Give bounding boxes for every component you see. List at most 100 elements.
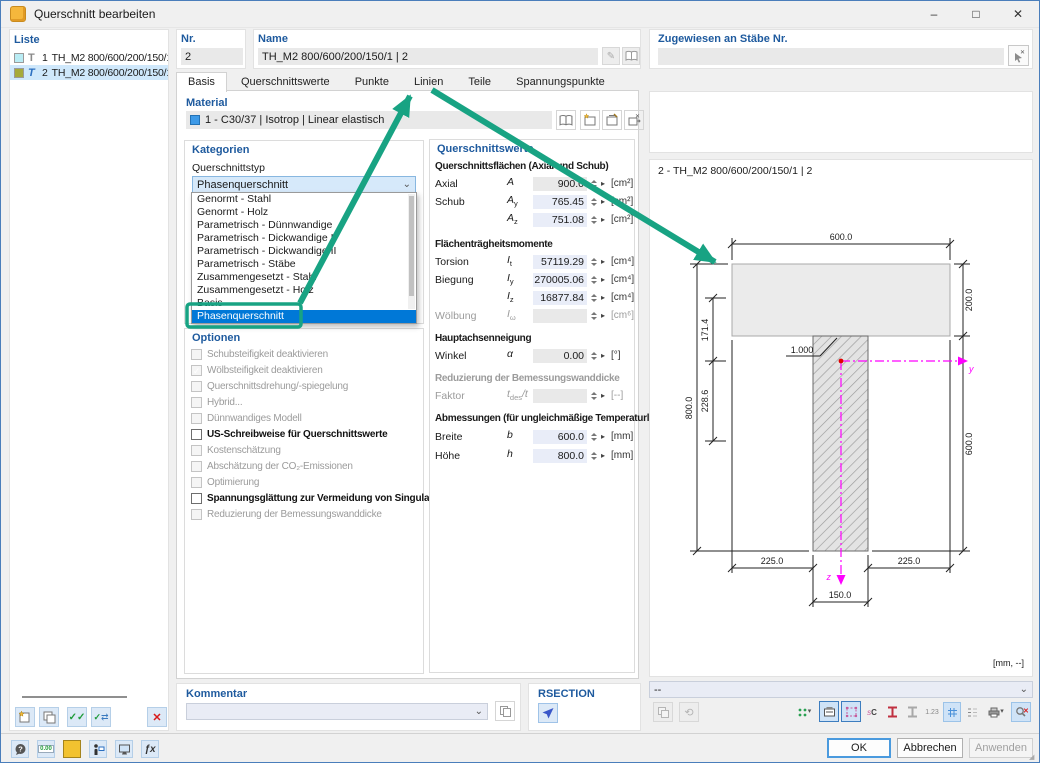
display-settings-button[interactable] xyxy=(115,740,133,758)
value-field[interactable]: 765.45 xyxy=(533,195,587,209)
dropdown-scrollbar[interactable] xyxy=(408,194,415,309)
zoom-reset-button[interactable]: ✕ xyxy=(1011,702,1031,722)
flange-part[interactable] xyxy=(732,264,950,336)
scrollbar-thumb[interactable] xyxy=(409,196,414,296)
value-field[interactable]: 57119.29 xyxy=(533,255,587,269)
dropdown-item[interactable]: Parametrisch - Dickwandige II xyxy=(192,245,416,258)
value-field[interactable]: 16877.84 xyxy=(533,291,587,305)
dropdown-item[interactable]: Parametrisch - Dickwandige I xyxy=(192,232,416,245)
dropdown-item[interactable]: Genormt - Stahl xyxy=(192,193,416,206)
wizard-button[interactable] xyxy=(89,740,107,758)
new-section-button[interactable] xyxy=(15,707,35,727)
show-numbering-button[interactable]: 1.23 xyxy=(923,702,941,722)
formula-button[interactable]: ▸ xyxy=(598,197,608,206)
z-axis-label: z xyxy=(826,572,832,582)
edit-material-button[interactable] xyxy=(602,110,622,130)
formula-button[interactable]: ▸ xyxy=(598,275,608,284)
show-grid-button[interactable] xyxy=(943,702,961,722)
new-material-button[interactable] xyxy=(580,110,600,130)
formula-button[interactable]: ▸ xyxy=(598,432,608,441)
kommentar-combobox[interactable]: ⌄ xyxy=(186,703,488,720)
section-color-swatch xyxy=(14,53,24,63)
material-field[interactable]: 1 - C30/37 | Isotrop | Linear elastisch xyxy=(186,111,552,129)
werte-row-woelbung: Wölbung Iω ▸ [cm⁶] xyxy=(435,308,635,323)
view-options-button[interactable]: ▾ xyxy=(791,702,817,722)
option-us-schreibweise[interactable]: US-Schreibweise für Querschnittswerte xyxy=(191,428,387,441)
checkbox xyxy=(191,381,202,392)
assigned-field[interactable] xyxy=(658,48,1004,65)
checkbox[interactable] xyxy=(191,429,202,440)
material-options-button[interactable]: ✕ xyxy=(624,110,644,130)
formula-button[interactable]: ▸ xyxy=(598,257,608,266)
dropdown-item[interactable]: Parametrisch - Dünnwandige xyxy=(192,219,416,232)
splitter-handle[interactable] xyxy=(22,696,127,698)
dropdown-item[interactable]: Parametrisch - Stäbe xyxy=(192,258,416,271)
cancel-button[interactable]: Abbrechen xyxy=(897,738,963,758)
delete-section-button[interactable]: ✕ xyxy=(147,707,167,727)
checkbox[interactable] xyxy=(191,493,202,504)
title-bar[interactable]: Querschnitt bearbeiten – □ ✕ xyxy=(1,1,1039,28)
material-library-button[interactable] xyxy=(556,110,576,130)
spinner[interactable] xyxy=(589,258,598,266)
show-stress-points-button[interactable]: sC xyxy=(863,702,881,722)
formula-button[interactable]: ▸ xyxy=(598,351,608,360)
maximize-button[interactable]: □ xyxy=(955,1,997,27)
copy-section-button[interactable] xyxy=(39,707,59,727)
option-spannungsglaettung[interactable]: Spannungsglättung zur Vermeidung von Sin… xyxy=(191,492,458,505)
formula-settings-button[interactable]: ƒx xyxy=(141,740,159,758)
show-section-solid-button[interactable] xyxy=(883,702,901,722)
spinner[interactable] xyxy=(589,452,598,460)
section-type-combobox[interactable]: Phasenquerschnitt ⌄ xyxy=(192,176,416,193)
formula-button[interactable]: ▸ xyxy=(598,451,608,460)
color-settings-button[interactable] xyxy=(63,740,81,758)
value-field[interactable]: 751.08 xyxy=(533,213,587,227)
units-settings-button[interactable]: 0.00 xyxy=(37,740,55,758)
list-item-text: TH_M2 800/600/200/150/1 | 1 - C xyxy=(52,52,168,64)
formula-button[interactable]: ▸ xyxy=(598,215,608,224)
dropdown-item[interactable]: Zusammengesetzt - Holz xyxy=(192,284,416,297)
dropdown-item-selected[interactable]: Phasenquerschnitt xyxy=(192,310,416,323)
value-field[interactable]: 900.0 xyxy=(533,177,587,191)
value-field[interactable]: 600.0 xyxy=(533,430,587,444)
value-field[interactable]: 0.00 xyxy=(533,349,587,363)
print-button[interactable]: ▾ xyxy=(983,702,1009,722)
dropdown-item[interactable]: Zusammengesetzt - Stahl xyxy=(192,271,416,284)
open-in-rsection-button[interactable] xyxy=(538,703,558,723)
spinner[interactable] xyxy=(589,198,598,206)
section-type-dropdown: Genormt - Stahl Genormt - Holz Parametri… xyxy=(191,192,417,324)
name-field[interactable]: TH_M2 800/600/200/150/1 | 2 xyxy=(258,48,598,65)
dropdown-item[interactable]: Genormt - Holz xyxy=(192,206,416,219)
show-section-outline-button[interactable] xyxy=(903,702,921,722)
value-field[interactable]: 800.0 xyxy=(533,449,587,463)
show-points-button[interactable] xyxy=(841,701,861,722)
close-button[interactable]: ✕ xyxy=(997,1,1039,27)
list-item-selected[interactable]: T 2 TH_M2 800/600/200/150/1 | 2 | 1 xyxy=(10,65,168,80)
show-values-button[interactable] xyxy=(963,702,981,722)
spinner[interactable] xyxy=(589,352,598,360)
apply-selection-button[interactable]: ✓ ⇄ xyxy=(91,707,111,727)
edit-window-icon xyxy=(605,113,619,127)
help-bubble-button[interactable]: ? xyxy=(11,740,29,758)
value-field[interactable]: 270005.06 xyxy=(533,273,587,287)
ok-button[interactable]: OK xyxy=(827,738,891,758)
fit-view-button[interactable] xyxy=(819,701,839,722)
spinner[interactable] xyxy=(589,216,598,224)
name-library-button xyxy=(622,47,640,65)
list-item[interactable]: T 1 TH_M2 800/600/200/150/1 | 1 - C xyxy=(10,50,168,65)
spinner[interactable] xyxy=(589,294,598,302)
minimize-button[interactable]: – xyxy=(913,1,955,27)
spinner[interactable] xyxy=(589,276,598,284)
result-combobox[interactable]: -- ⌄ xyxy=(649,681,1033,698)
tab-basis[interactable]: Basis xyxy=(176,72,227,92)
copy-comment-button[interactable] xyxy=(495,701,515,721)
chevron-down-icon: ▾ xyxy=(1000,707,1004,717)
new-window-icon xyxy=(583,113,597,127)
spinner[interactable] xyxy=(589,180,598,188)
formula-button[interactable]: ▸ xyxy=(598,293,608,302)
resize-grip[interactable]: ◢ xyxy=(1029,753,1037,761)
spinner[interactable] xyxy=(589,433,598,441)
dropdown-item[interactable]: Basis xyxy=(192,297,416,310)
check-all-button[interactable]: ✓✓ xyxy=(67,707,87,727)
select-members-button[interactable]: ✕ xyxy=(1008,45,1029,66)
formula-button[interactable]: ▸ xyxy=(598,179,608,188)
